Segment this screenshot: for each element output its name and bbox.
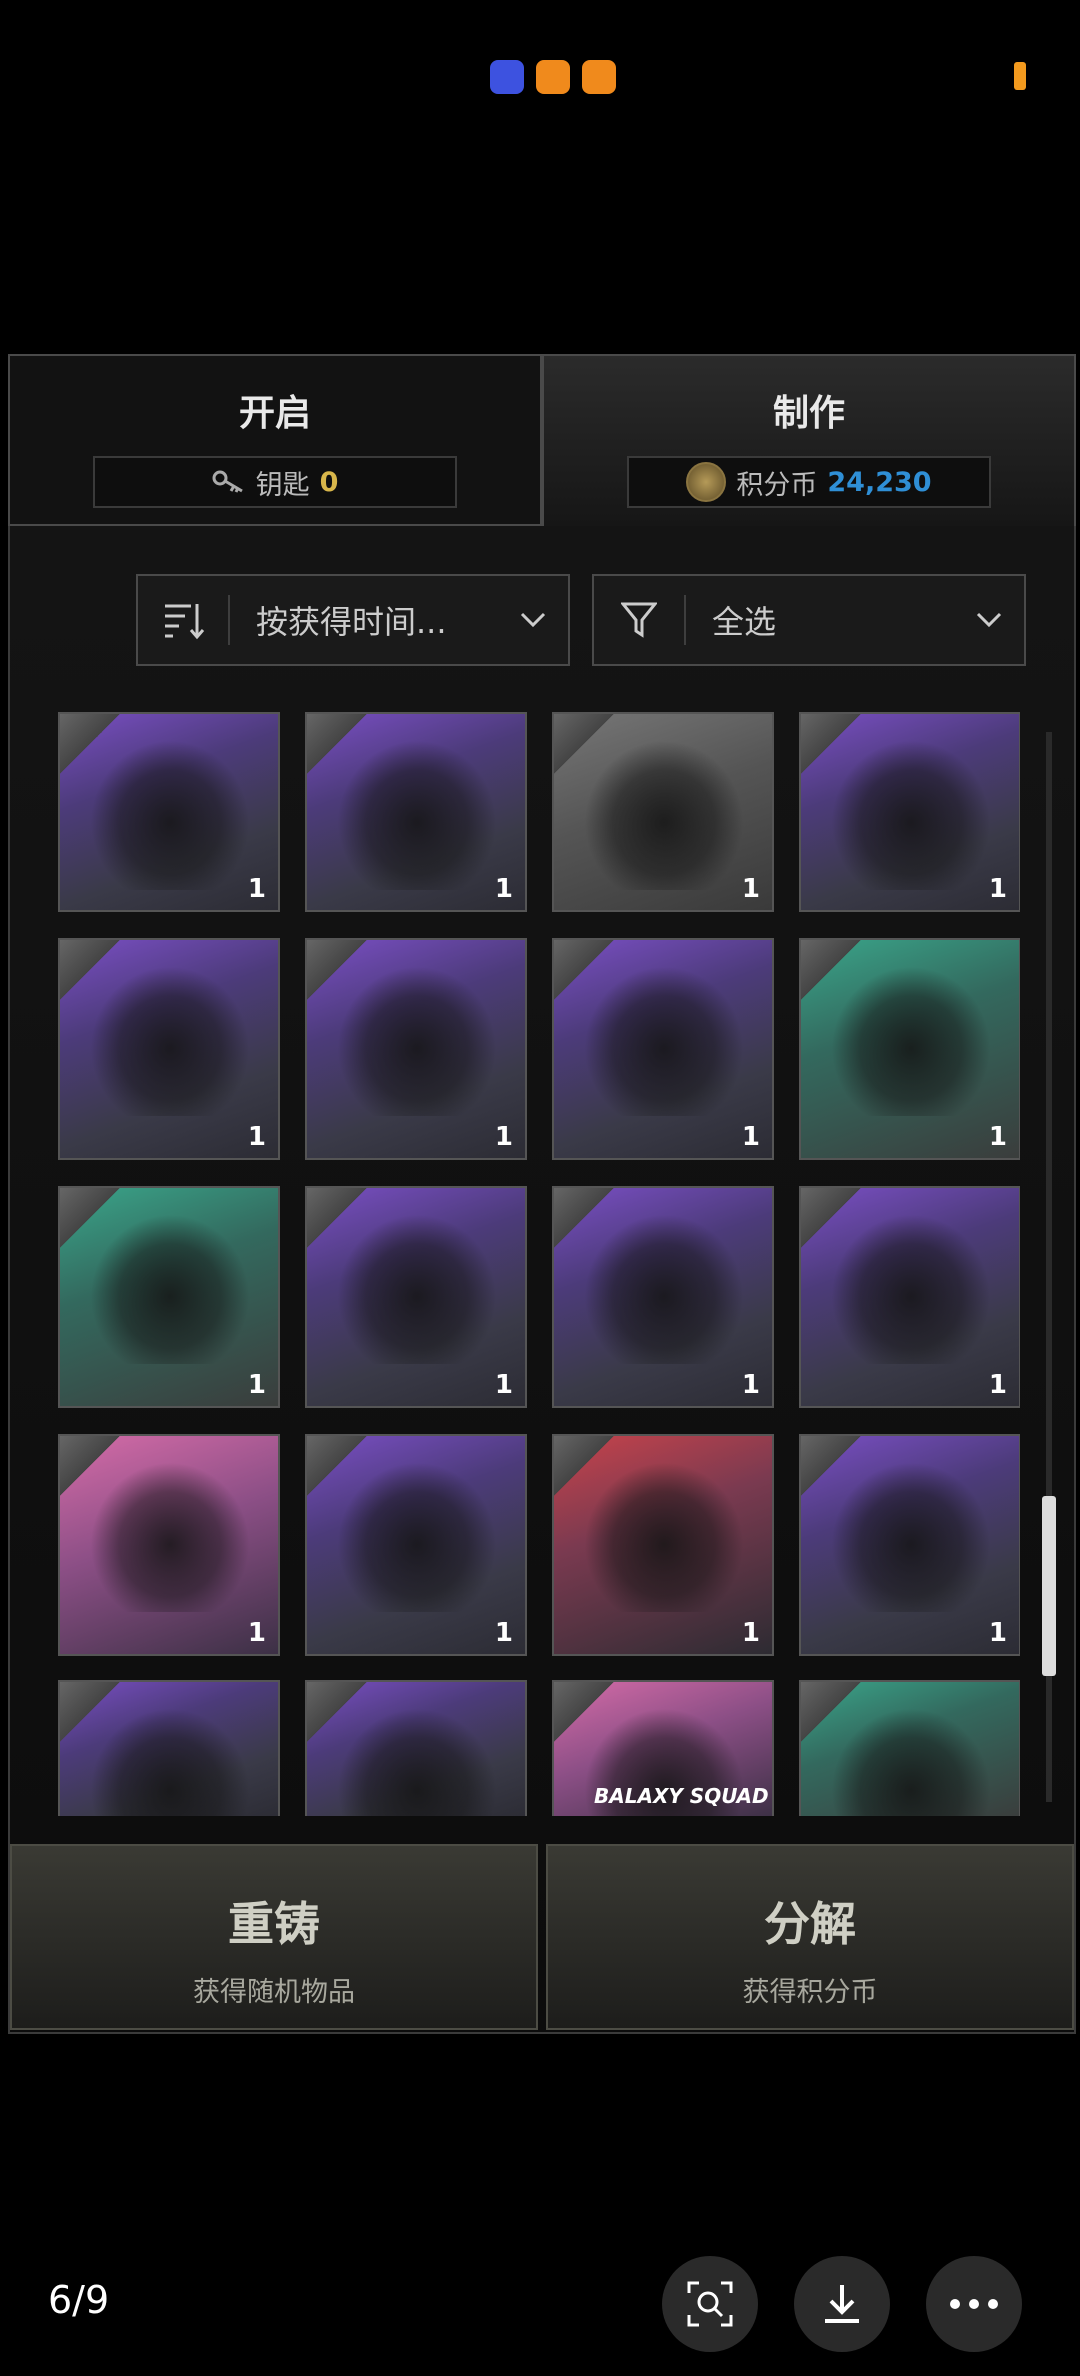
coin-label: 积分币 — [736, 469, 818, 501]
item-cell-leather-jacket[interactable]: 1 — [799, 712, 1020, 912]
winter-outfit-icon — [337, 1214, 497, 1364]
item-cell-sunglasses-outfit[interactable] — [58, 1680, 280, 1816]
item-count: 1 — [988, 1122, 1007, 1152]
key-icon — [212, 470, 243, 493]
item-count: 1 — [494, 1370, 513, 1400]
tuxedo-jacket-icon — [90, 740, 250, 890]
item-count: 1 — [247, 1370, 266, 1400]
item-count: 1 — [494, 1122, 513, 1152]
filter-icon — [621, 602, 657, 638]
white-backpack-icon — [584, 966, 744, 1116]
more-button[interactable] — [926, 2256, 1022, 2352]
key-value: 0 — [319, 466, 339, 498]
item-count: 1 — [741, 1122, 760, 1152]
coin-balance: 积分币 24,230 — [627, 456, 991, 508]
item-cell-camo-outfit[interactable]: 1 — [799, 1434, 1020, 1656]
item-label: BALAXY SQUAD — [594, 1784, 769, 1808]
item-count: 1 — [247, 1122, 266, 1152]
black-top-icon — [584, 1214, 744, 1364]
recast-button-title: 重铸 — [228, 1897, 320, 1951]
tab-open-title: 开启 — [238, 393, 311, 434]
key-label: 钥匙 — [255, 469, 310, 501]
coin-value: 24,230 — [827, 466, 932, 498]
desert-outfit-icon — [831, 1214, 991, 1364]
item-cell-white-socks-shoes[interactable]: 1 — [305, 712, 527, 912]
item-cell-cheer-emote[interactable] — [799, 1680, 1020, 1816]
item-cell-neon-suits[interactable]: 1 — [305, 1434, 527, 1656]
tab-craft-title: 制作 — [772, 393, 845, 434]
sunglasses-outfit-icon — [90, 1708, 250, 1816]
pink-outfit-icon — [90, 1462, 250, 1612]
item-cell-tuxedo-jacket[interactable]: 1 — [58, 712, 280, 912]
app-notification-icon — [490, 60, 524, 94]
filter-dropdown[interactable]: 全选 — [592, 574, 1026, 666]
key-count: 钥匙 0 — [93, 456, 457, 508]
page-counter: 6/9 — [48, 2278, 110, 2322]
leather-jacket-icon — [831, 740, 991, 890]
item-cell-backpack[interactable]: 1 — [305, 938, 527, 1160]
recast-button[interactable]: 重铸 获得随机物品 — [10, 1844, 538, 2030]
sort-icon — [165, 604, 205, 640]
app-notification-icon — [536, 60, 570, 94]
dark-outfit-icon — [584, 1462, 744, 1612]
download-button[interactable] — [794, 2256, 890, 2352]
item-count: 1 — [741, 874, 760, 904]
item-cell-red-jacket-outfit[interactable] — [305, 1680, 527, 1816]
tab-craft[interactable]: 制作 积分币 24,230 — [542, 354, 1076, 526]
image-search-button[interactable] — [662, 2256, 758, 2352]
item-cell-gloves[interactable]: 1 — [799, 938, 1020, 1160]
status-bar-app-icons — [490, 60, 616, 94]
download-icon — [825, 2285, 859, 2323]
item-count: 1 — [494, 1618, 513, 1648]
more-icon — [950, 2299, 998, 2309]
sort-dropdown-label: 按获得时间... — [256, 603, 447, 641]
filter-dropdown-label: 全选 — [712, 603, 777, 641]
battery-icon — [1014, 62, 1026, 90]
camo-outfit-icon — [831, 1462, 991, 1612]
decompose-button-title: 分解 — [764, 1897, 856, 1951]
decompose-button-subtitle: 获得积分币 — [742, 1977, 878, 2008]
gloves-icon — [831, 966, 991, 1116]
backpack-icon — [337, 966, 497, 1116]
item-grid: 1 1 1 1 1 1 1 1 1 1 1 1 1 1 1 1 BALAXY SQUAD — [58, 712, 1020, 1816]
sort-dropdown[interactable]: 按获得时间... — [136, 574, 570, 666]
chevron-down-icon — [976, 612, 1002, 628]
tab-open[interactable]: 开启 钥匙 0 — [8, 354, 542, 526]
cat-costume-outfit-icon — [90, 966, 250, 1116]
chevron-down-icon — [520, 612, 546, 628]
coin-icon — [686, 462, 727, 502]
scan-search-icon — [687, 2281, 733, 2327]
item-count: 1 — [988, 1370, 1007, 1400]
dance-emote-icon — [584, 740, 744, 890]
scrollbar-thumb[interactable] — [1042, 1496, 1056, 1676]
item-count: 1 — [988, 1618, 1007, 1648]
item-count: 1 — [247, 1618, 266, 1648]
decompose-button[interactable]: 分解 获得积分币 — [546, 1844, 1074, 2030]
neon-suits-icon — [337, 1462, 497, 1612]
white-outfit-icon — [90, 1214, 250, 1364]
item-cell-galaxy-squad-outfit[interactable]: BALAXY SQUAD — [552, 1680, 774, 1816]
recast-button-subtitle: 获得随机物品 — [193, 1977, 355, 2008]
item-count: 1 — [494, 874, 513, 904]
item-cell-white-outfit[interactable]: 1 — [58, 1186, 280, 1408]
item-cell-desert-outfit[interactable]: 1 — [799, 1186, 1020, 1408]
red-jacket-outfit-icon — [337, 1708, 497, 1816]
status-bar-right — [1014, 62, 1026, 90]
item-cell-white-backpack[interactable]: 1 — [552, 938, 774, 1160]
item-cell-pink-outfit[interactable]: 1 — [58, 1434, 280, 1656]
white-socks-shoes-icon — [337, 740, 497, 890]
item-count: 1 — [247, 874, 266, 904]
item-cell-winter-outfit[interactable]: 1 — [305, 1186, 527, 1408]
item-cell-dance-emote[interactable]: 1 — [552, 712, 774, 912]
item-count: 1 — [741, 1370, 760, 1400]
app-notification-icon — [582, 60, 616, 94]
item-count: 1 — [988, 874, 1007, 904]
item-count: 1 — [741, 1618, 760, 1648]
item-cell-dark-outfit[interactable]: 1 — [552, 1434, 774, 1656]
item-cell-black-top[interactable]: 1 — [552, 1186, 774, 1408]
cheer-emote-icon — [831, 1708, 991, 1816]
item-cell-cat-costume-outfit[interactable]: 1 — [58, 938, 280, 1160]
